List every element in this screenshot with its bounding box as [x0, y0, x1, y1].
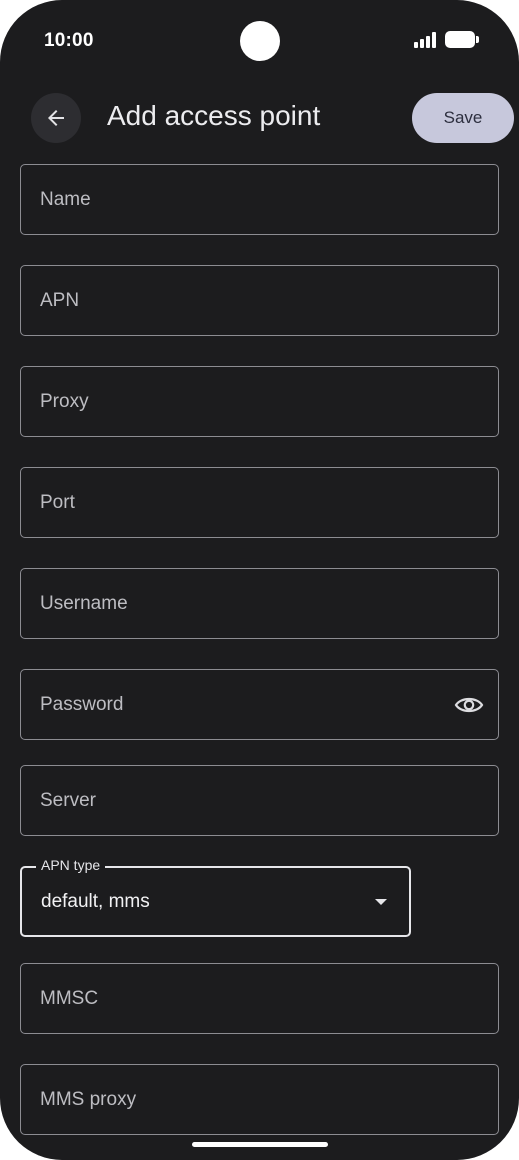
apn-type-label: APN type: [36, 857, 106, 873]
battery-icon: [445, 31, 479, 48]
proxy-placeholder: Proxy: [40, 390, 89, 412]
port-placeholder: Port: [40, 491, 75, 513]
home-indicator[interactable]: [192, 1142, 328, 1147]
apn-field[interactable]: APN: [20, 265, 499, 336]
arrow-left-icon: [48, 110, 64, 126]
signal-icon: [414, 31, 436, 48]
name-field[interactable]: Name: [20, 164, 499, 235]
name-placeholder: Name: [40, 188, 91, 210]
proxy-field[interactable]: Proxy: [20, 366, 499, 437]
eye-icon[interactable]: [454, 694, 484, 716]
password-field[interactable]: Password: [20, 669, 499, 740]
port-field[interactable]: Port: [20, 467, 499, 538]
mms-proxy-field[interactable]: MMS proxy: [20, 1064, 499, 1135]
apn-type-select[interactable]: APN type default, mms: [20, 857, 411, 937]
mmsc-field[interactable]: MMSC: [20, 963, 499, 1034]
username-placeholder: Username: [40, 592, 128, 614]
server-field[interactable]: Server: [20, 765, 499, 836]
server-placeholder: Server: [40, 789, 96, 811]
apn-type-value: default, mms: [41, 890, 150, 912]
status-icons: [414, 31, 479, 48]
camera-cutout: [240, 21, 280, 61]
mmsc-placeholder: MMSC: [40, 987, 99, 1009]
mms-proxy-placeholder: MMS proxy: [40, 1088, 137, 1110]
status-time: 10:00: [44, 30, 94, 51]
phone-screen: 10:00 Add access point Save Name APN Pro…: [0, 0, 519, 1160]
back-button[interactable]: [31, 93, 81, 143]
password-placeholder: Password: [40, 693, 124, 715]
page-title: Add access point: [107, 100, 321, 131]
dropdown-arrow-icon: [375, 898, 387, 905]
apn-placeholder: APN: [40, 289, 80, 311]
username-field[interactable]: Username: [20, 568, 499, 639]
save-button[interactable]: Save: [412, 93, 514, 143]
